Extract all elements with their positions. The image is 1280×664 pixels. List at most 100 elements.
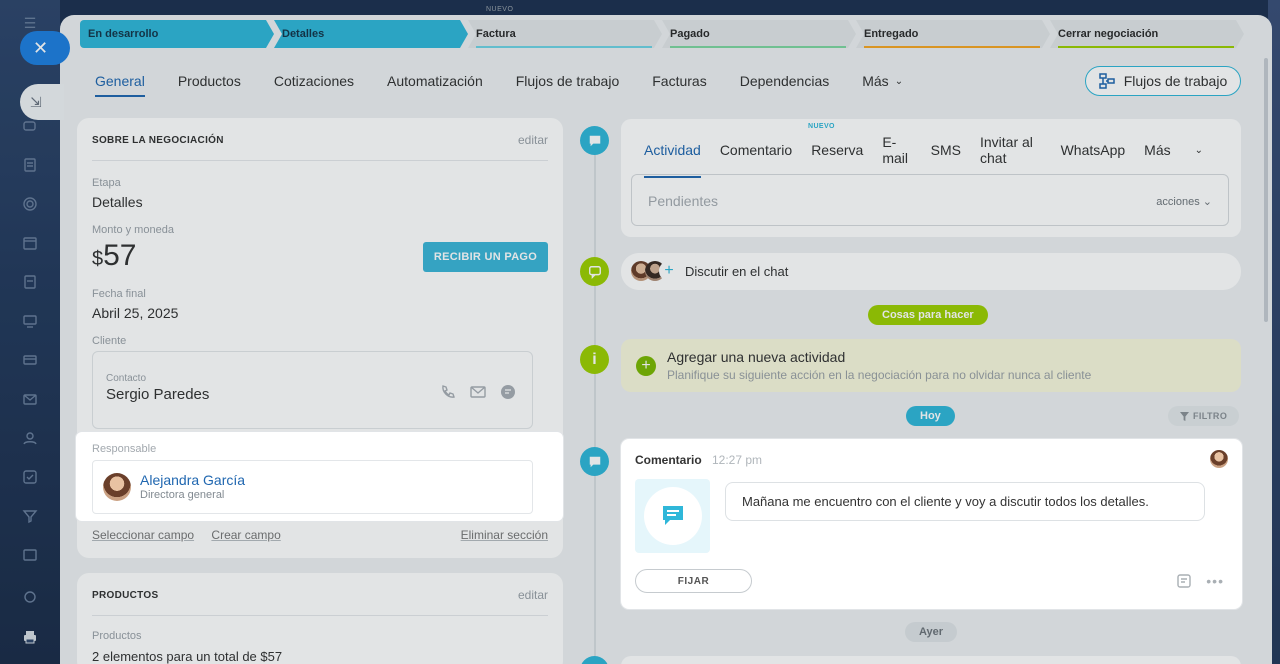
comment-icon <box>589 135 600 146</box>
receive-payment-button[interactable]: RECIBIR UN PAGO <box>423 242 548 272</box>
stage-entregado[interactable]: Entregado <box>856 20 1050 48</box>
contact-name[interactable]: Sergio Paredes <box>106 386 209 403</box>
create-field-link[interactable]: Crear campo <box>211 528 280 542</box>
tab-cotizaciones[interactable]: Cotizaciones <box>274 73 354 95</box>
stage-cerrar[interactable]: Cerrar negociación <box>1050 20 1244 48</box>
mail-icon[interactable] <box>21 390 39 408</box>
tab-reserva[interactable]: Reserva <box>811 134 863 166</box>
discuss-label: Discutir en el chat <box>685 264 789 279</box>
stage-en-desarrollo[interactable]: En desarrollo <box>80 20 274 48</box>
tab-whatsapp[interactable]: WhatsApp <box>1061 134 1126 166</box>
stage-factura[interactable]: Factura <box>468 20 662 48</box>
minimize-button[interactable]: ⇲ <box>20 84 64 120</box>
responsible-avatar <box>103 473 131 501</box>
add-icon[interactable]: + <box>636 356 656 376</box>
message-icon <box>662 506 683 525</box>
add-activity-card[interactable]: + Agregar una nueva actividad Planifique… <box>621 339 1241 392</box>
timeline-line <box>594 150 596 664</box>
flows-button-label: Flujos de trabajo <box>1123 73 1228 89</box>
pending-input[interactable]: Pendientes acciones ⌄ <box>631 174 1229 226</box>
select-field-link[interactable]: Seleccionar campo <box>92 528 194 542</box>
responsible-name[interactable]: Alejandra García <box>140 472 245 488</box>
tab-mas-actividad[interactable]: Más ⌄ <box>1144 134 1222 166</box>
checkbox-icon[interactable] <box>21 468 39 486</box>
menu-icon[interactable]: ☰ <box>21 14 39 32</box>
actions-dropdown[interactable]: acciones ⌄ <box>1156 195 1212 208</box>
stage-bar: En desarrollo Detalles Factura Pagado En… <box>80 20 1244 48</box>
comment-actions: ••• <box>1176 573 1224 589</box>
edit-link[interactable]: editar <box>518 588 548 602</box>
target-icon[interactable] <box>21 195 39 213</box>
tab-flujos[interactable]: Flujos de trabajo <box>516 73 620 95</box>
responsible-box[interactable]: Alejandra García Directora general <box>92 460 533 514</box>
section-links: Seleccionar campo Crear campo Eliminar s… <box>92 528 548 542</box>
discuss-in-chat[interactable]: + Discutir en el chat <box>621 253 1241 290</box>
chevron-down-icon: ⌄ <box>894 75 904 87</box>
timeline-dot-activity <box>580 126 609 155</box>
stage-field-value[interactable]: Detalles <box>92 194 143 210</box>
chat-icon <box>588 265 601 279</box>
inbox-icon[interactable] <box>21 546 39 564</box>
mail-icon[interactable] <box>470 384 486 400</box>
close-button[interactable]: ✕ <box>20 31 70 65</box>
tab-facturas[interactable]: Facturas <box>652 73 706 95</box>
users-icon[interactable] <box>21 429 39 447</box>
add-activity-title: Agregar una nueva actividad <box>667 349 846 365</box>
comment-time: 12:27 pm <box>712 453 763 467</box>
timeline-dot-chat <box>580 257 609 286</box>
note-icon[interactable] <box>1176 573 1192 589</box>
timeline-dot-info: i <box>580 345 609 374</box>
tab-mas[interactable]: Más ⌄ <box>862 73 903 95</box>
scrollbar[interactable] <box>1264 58 1268 322</box>
add-participant-icon[interactable]: + <box>659 261 679 281</box>
stage-detalles[interactable]: Detalles <box>274 20 468 48</box>
today-pill: Hoy <box>906 406 955 426</box>
tab-invitar-chat[interactable]: Invitar al chat <box>980 134 1042 166</box>
contact-actions <box>440 384 516 400</box>
tab-automatizacion[interactable]: Automatización <box>387 73 483 95</box>
calendar-icon[interactable] <box>21 234 39 252</box>
stage-pagado[interactable]: Pagado <box>662 20 856 48</box>
more-icon[interactable]: ••• <box>1206 573 1224 589</box>
funnel-icon[interactable] <box>21 507 39 525</box>
chat-bubble-icon[interactable] <box>500 384 516 400</box>
edit-link[interactable]: editar <box>518 133 548 147</box>
divider <box>92 615 548 616</box>
filter-label: FILTRO <box>1193 411 1228 421</box>
tab-comentario[interactable]: Comentario <box>720 134 792 166</box>
contact-box[interactable]: Contacto Sergio Paredes <box>92 351 533 429</box>
date-field-value[interactable]: Abril 25, 2025 <box>92 305 178 321</box>
tab-mas-label: Más <box>1144 142 1171 158</box>
delete-section-link[interactable]: Eliminar sección <box>461 528 548 542</box>
filter-icon <box>1180 411 1189 421</box>
document-icon[interactable] <box>21 156 39 174</box>
products-field-value[interactable]: 2 elementos para un total de $57 <box>92 649 282 664</box>
settings-icon[interactable] <box>21 588 39 606</box>
printer-icon[interactable] <box>21 628 39 646</box>
contact-label: Contacto <box>106 373 147 384</box>
close-icon: ✕ <box>33 37 49 58</box>
chat-icon[interactable] <box>21 118 39 136</box>
section-title: SOBRE LA NEGOCIACIÓN <box>92 135 224 146</box>
stage-label: Entregado <box>864 28 919 40</box>
flows-button[interactable]: Flujos de trabajo <box>1085 66 1241 96</box>
responsible-label: Responsable <box>92 443 157 455</box>
tab-productos[interactable]: Productos <box>178 73 241 95</box>
tab-general[interactable]: General <box>95 73 145 97</box>
author-avatar[interactable] <box>1210 450 1228 468</box>
file-icon[interactable] <box>21 273 39 291</box>
tab-dependencias[interactable]: Dependencias <box>740 73 830 95</box>
deal-tabs: General Productos Cotizaciones Automatiz… <box>95 73 936 97</box>
date-field-label: Fecha final <box>92 288 146 300</box>
filter-button[interactable]: FILTRO <box>1168 406 1240 426</box>
board-icon[interactable] <box>21 312 39 330</box>
pin-button[interactable]: FIJAR <box>635 569 752 593</box>
phone-icon[interactable] <box>440 384 456 400</box>
amount-value[interactable]: $57 <box>92 239 137 273</box>
tab-sms[interactable]: SMS <box>931 134 961 166</box>
todo-pill: Cosas para hacer <box>868 305 988 325</box>
card-icon[interactable] <box>21 351 39 369</box>
tab-email[interactable]: E-mail <box>882 134 911 166</box>
tab-actividad[interactable]: Actividad <box>644 134 701 178</box>
comment-type-icon <box>635 479 710 553</box>
